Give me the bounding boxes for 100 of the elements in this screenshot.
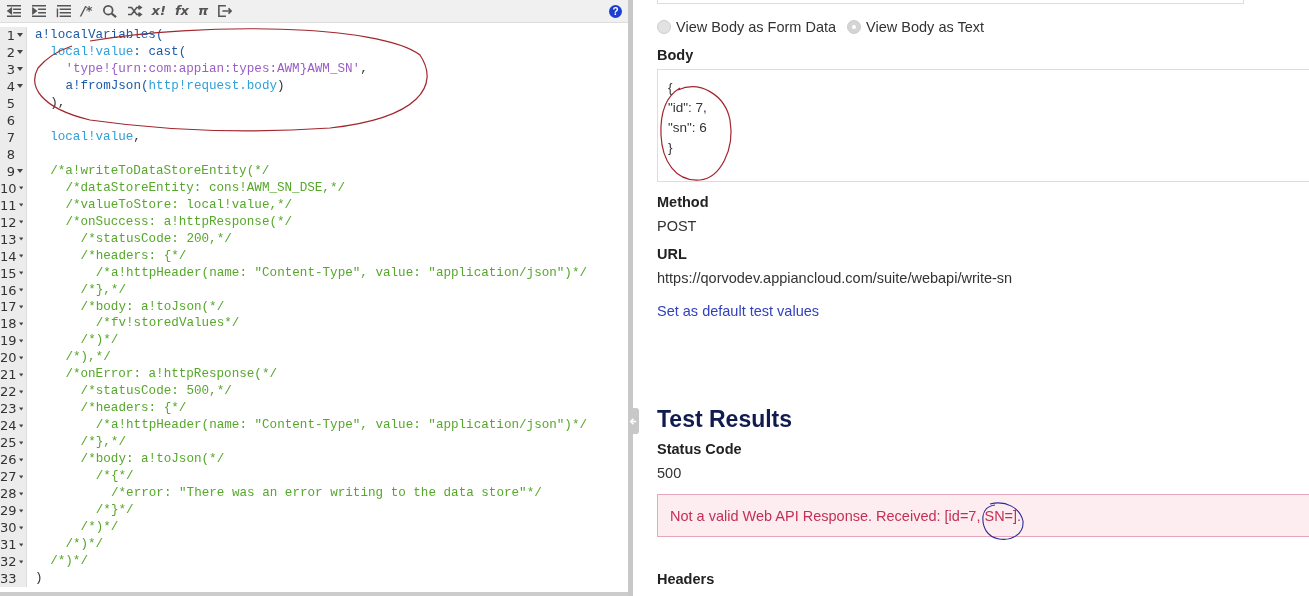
- line-number: 5: [6, 95, 15, 111]
- line-number: 16: [0, 282, 17, 298]
- indent-icon[interactable]: [31, 4, 47, 18]
- toolbar-button[interactable]: π: [197, 4, 209, 18]
- line-number: 13: [0, 231, 17, 247]
- fold-caret-icon[interactable]: [17, 169, 23, 174]
- fold-caret-icon[interactable]: [18, 474, 23, 479]
- code-token: ),: [50, 95, 66, 110]
- toolbar-button[interactable]: /*: [81, 4, 93, 18]
- line-number: 14: [0, 248, 17, 264]
- fold-caret-icon[interactable]: [18, 491, 23, 496]
- code-token: /*a!httpHeader(name: "Content-Type", value: "application/json")*/: [95, 418, 588, 433]
- fold-caret-icon[interactable]: [18, 508, 23, 513]
- default-values-link[interactable]: Set as default test values: [657, 303, 819, 319]
- line-number: 28: [0, 486, 17, 502]
- line-number: 26: [0, 452, 17, 468]
- code-token: /*)*/: [80, 333, 119, 348]
- code-token: http!request.body: [148, 78, 277, 93]
- fold-caret-icon[interactable]: [18, 321, 23, 326]
- radio-dot[interactable]: [657, 20, 671, 34]
- line-number: 10: [0, 180, 17, 196]
- fold-caret-icon[interactable]: [18, 305, 23, 309]
- code-token: /*onError: a!httpResponse(*/: [65, 367, 277, 382]
- field-label: Headers: [657, 571, 716, 587]
- code-token: /*body: a!toJson(*/: [80, 452, 225, 467]
- collapse-handle[interactable]: [628, 408, 639, 434]
- code-token: /*},*/: [80, 282, 126, 297]
- error-message: Not a valid Web API Response. Received: [id=7, SN=].: [657, 494, 1309, 537]
- radio-dot[interactable]: [847, 20, 862, 34]
- fold-caret-icon[interactable]: [18, 355, 23, 360]
- line-number: 31: [0, 537, 17, 553]
- line-number: 32: [0, 554, 17, 569]
- list-icon[interactable]: [56, 4, 72, 18]
- fold-caret-icon[interactable]: [18, 338, 23, 343]
- code-token: /*}*/: [95, 503, 134, 518]
- field-value: 500: [657, 465, 683, 481]
- line-number: 21: [0, 367, 17, 383]
- fold-caret-icon[interactable]: [18, 406, 23, 411]
- code-token: /*headers: {*/: [80, 401, 187, 416]
- fold-caret-icon[interactable]: [18, 525, 23, 530]
- fold-caret-icon[interactable]: [18, 288, 23, 292]
- fold-caret-icon[interactable]: [18, 254, 23, 259]
- fold-caret-icon[interactable]: [18, 220, 23, 225]
- line-number: 18: [0, 316, 17, 332]
- fold-caret-icon[interactable]: [18, 372, 23, 377]
- line-number: 25: [0, 435, 17, 451]
- line-number: 29: [0, 503, 17, 519]
- fold-caret-icon[interactable]: [18, 542, 23, 547]
- field-label: Method: [657, 194, 710, 210]
- field-value: https://qorvodev.appiancloud.com/suite/webapi/write-sn: [657, 270, 1014, 286]
- fold-caret-icon[interactable]: [18, 559, 23, 564]
- line-number: 19: [0, 333, 17, 349]
- line-number: 15: [0, 265, 17, 281]
- line-number: 6: [6, 112, 15, 128]
- code-token: /*onSuccess: a!httpResponse(*/: [65, 214, 293, 229]
- fold-caret-icon[interactable]: [18, 457, 23, 462]
- search-icon[interactable]: [101, 4, 118, 18]
- fold-caret-icon[interactable]: [17, 84, 23, 89]
- shuffle-icon[interactable]: [126, 4, 143, 18]
- code-token: local!value: [50, 129, 134, 144]
- section-title: Test Results: [657, 406, 794, 433]
- code-token: /*statusCode: 200,*/: [80, 231, 232, 246]
- fold-caret-icon[interactable]: [18, 203, 23, 208]
- line-number: 33: [0, 571, 17, 586]
- fold-caret-icon[interactable]: [18, 389, 23, 394]
- fold-caret-icon[interactable]: [18, 440, 23, 445]
- outdent-icon[interactable]: [6, 4, 22, 18]
- fold-caret-icon[interactable]: [18, 186, 23, 191]
- code-token: /*a!httpHeader(name: "Content-Type", value: "application/json")*/: [95, 265, 588, 280]
- code-token: /*error: "There was an error writing to the data store"*/: [111, 486, 542, 501]
- fold-caret-icon[interactable]: [17, 50, 23, 55]
- line-number: 4: [6, 78, 15, 94]
- fold-caret-icon[interactable]: [18, 423, 23, 428]
- line-number: 24: [0, 418, 17, 434]
- line-number: 8: [6, 146, 15, 162]
- code-token: : cast(: [133, 44, 187, 59]
- line-number: 7: [6, 129, 15, 145]
- code-token: /*)*/: [50, 554, 88, 569]
- body-text-area[interactable]: { "id": 7, "sn": 6 }: [657, 69, 1309, 182]
- help-icon[interactable]: ?: [609, 4, 622, 18]
- fold-caret-icon[interactable]: [18, 271, 23, 276]
- line-number: 30: [0, 520, 17, 536]
- fold-caret-icon[interactable]: [18, 237, 23, 242]
- line-number: 3: [6, 61, 15, 77]
- line-number: 9: [6, 163, 15, 179]
- input-field[interactable]: [657, 0, 1244, 4]
- code-token: a!fromJson(: [65, 78, 149, 93]
- field-label: URL: [657, 246, 688, 262]
- arrow-left-icon: [629, 416, 638, 426]
- code-token: /*dataStoreEntity: cons!AWM_SN_DSE,*/: [65, 180, 346, 195]
- fold-caret-icon[interactable]: [17, 33, 23, 38]
- fold-caret-icon[interactable]: [17, 67, 23, 72]
- exit-icon[interactable]: [217, 4, 234, 18]
- code-token: ): [35, 571, 43, 585]
- toolbar-button[interactable]: fx: [174, 4, 189, 18]
- line-number: 1: [6, 28, 15, 43]
- field-value: POST: [657, 218, 698, 234]
- code-token: /*fv!storedValues*/: [95, 316, 240, 331]
- toolbar-button[interactable]: x!: [151, 4, 166, 18]
- code-token: /*valueToStore: local!value,*/: [65, 197, 293, 212]
